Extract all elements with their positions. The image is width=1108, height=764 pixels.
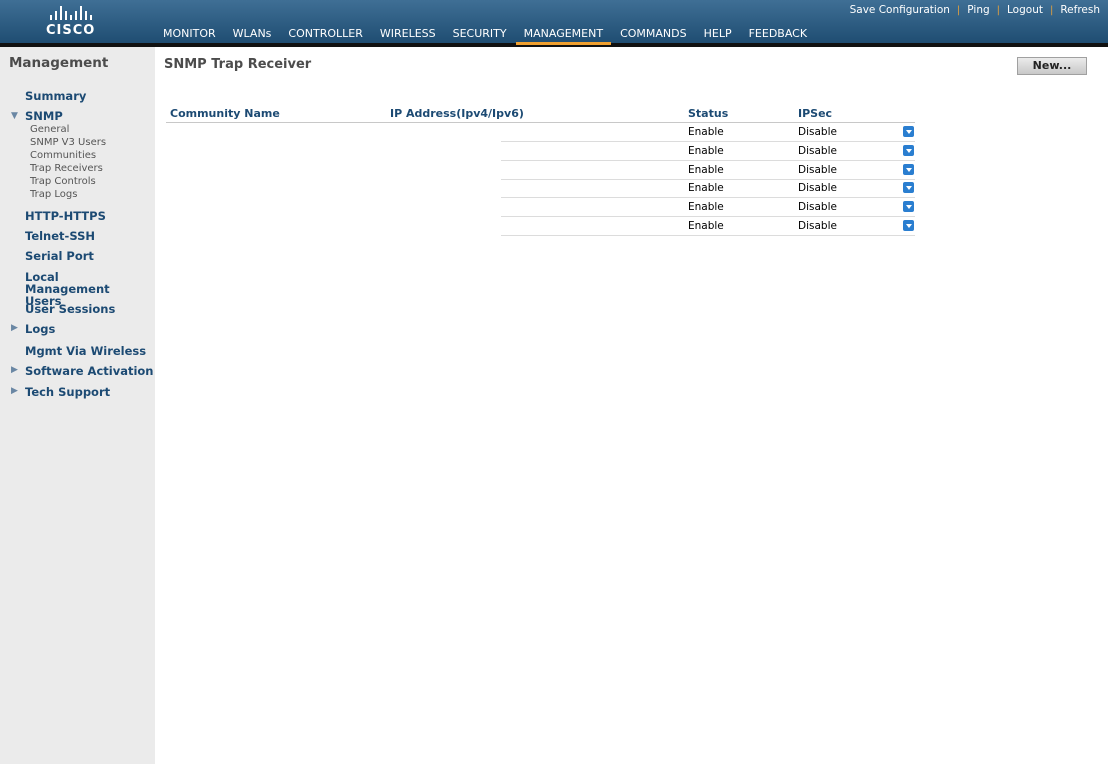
save-configuration-link[interactable]: Save Configuration (850, 4, 950, 16)
row-ipsec: Disable (798, 145, 837, 157)
sidebar-subitem-general[interactable]: General (30, 124, 69, 135)
row-dropdown-icon[interactable] (903, 182, 914, 193)
logout-link[interactable]: Logout (1007, 4, 1043, 16)
row-status: Enable (688, 220, 724, 232)
sidebar: Management Summary ▼ SNMP General SNMP V… (0, 47, 155, 764)
row-ipsec: Disable (798, 201, 837, 213)
refresh-link[interactable]: Refresh (1060, 4, 1100, 16)
tab-controller[interactable]: CONTROLLER (280, 25, 370, 45)
sidebar-subitem-communities[interactable]: Communities (30, 150, 96, 161)
sidebar-subitem-trap-receivers[interactable]: Trap Receivers (30, 163, 103, 174)
sidebar-item-software-activation[interactable]: Software Activation (25, 365, 153, 377)
tab-wireless[interactable]: WIRELESS (372, 25, 444, 45)
row-status: Enable (688, 182, 724, 194)
row-dropdown-icon[interactable] (903, 164, 914, 175)
row-dropdown-icon[interactable] (903, 145, 914, 156)
sidebar-subitem-snmp-v3-users[interactable]: SNMP V3 Users (30, 137, 106, 148)
sidebar-title: Management (9, 55, 109, 71)
row-ipsec: Disable (798, 220, 837, 232)
row-status: Enable (688, 164, 724, 176)
sidebar-item-mgmt-via-wireless[interactable]: Mgmt Via Wireless (25, 345, 146, 357)
table-row: Enable Disable (501, 217, 915, 236)
tab-security[interactable]: SECURITY (445, 25, 515, 45)
column-header-status: Status (688, 107, 729, 120)
sidebar-subitem-trap-logs[interactable]: Trap Logs (30, 189, 77, 200)
row-dropdown-icon[interactable] (903, 220, 914, 231)
tab-commands[interactable]: COMMANDS (612, 25, 695, 45)
sidebar-item-telnet-ssh[interactable]: Telnet-SSH (25, 230, 95, 242)
tab-monitor[interactable]: MONITOR (155, 25, 224, 45)
sidebar-item-user-sessions[interactable]: User Sessions (25, 303, 115, 315)
column-header-ip-address: IP Address(Ipv4/Ipv6) (390, 107, 524, 120)
sidebar-item-snmp[interactable]: SNMP (25, 110, 63, 122)
top-header: CISCO Save Configuration | Ping | Logout… (0, 0, 1108, 47)
link-separator: | (956, 4, 961, 16)
row-ipsec: Disable (798, 164, 837, 176)
ping-link[interactable]: Ping (967, 4, 989, 16)
sidebar-subitem-trap-controls[interactable]: Trap Controls (30, 176, 96, 187)
cisco-logo-text: CISCO (46, 23, 96, 38)
main-nav: MONITOR WLANs CONTROLLER WIRELESS SECURI… (155, 25, 816, 45)
collapsed-arrow-icon[interactable]: ▶ (11, 323, 18, 333)
table-row: Enable Disable (501, 198, 915, 217)
row-status: Enable (688, 145, 724, 157)
table-row: Enable Disable (501, 179, 915, 198)
tab-feedback[interactable]: FEEDBACK (741, 25, 815, 45)
row-ipsec: Disable (798, 182, 837, 194)
new-button[interactable]: New... (1017, 57, 1087, 75)
table-row: Enable Disable (501, 142, 915, 161)
tab-help[interactable]: HELP (696, 25, 740, 45)
sidebar-item-serial-port[interactable]: Serial Port (25, 250, 94, 262)
cisco-logo-bars-icon (50, 6, 116, 20)
row-ipsec: Disable (798, 126, 837, 138)
sidebar-item-http-https[interactable]: HTTP-HTTPS (25, 210, 106, 222)
table-row: Enable Disable (501, 123, 915, 142)
tab-management[interactable]: MANAGEMENT (515, 25, 612, 45)
column-header-community-name: Community Name (170, 107, 280, 120)
link-separator: | (1049, 4, 1054, 16)
expanded-arrow-icon[interactable]: ▼ (11, 111, 18, 121)
sidebar-item-tech-support[interactable]: Tech Support (25, 386, 110, 398)
sidebar-item-logs[interactable]: Logs (25, 323, 55, 335)
row-dropdown-icon[interactable] (903, 201, 914, 212)
row-status: Enable (688, 201, 724, 213)
top-links: Save Configuration | Ping | Logout | Ref… (850, 4, 1100, 16)
row-status: Enable (688, 126, 724, 138)
link-separator: | (996, 4, 1001, 16)
table-row: Enable Disable (501, 161, 915, 180)
tab-wlans[interactable]: WLANs (225, 25, 280, 45)
collapsed-arrow-icon[interactable]: ▶ (11, 386, 18, 396)
column-header-ipsec: IPSec (798, 107, 833, 120)
sidebar-item-summary[interactable]: Summary (25, 90, 86, 102)
row-dropdown-icon[interactable] (903, 126, 914, 137)
collapsed-arrow-icon[interactable]: ▶ (11, 365, 18, 375)
cisco-logo: CISCO (46, 6, 116, 40)
page-title: SNMP Trap Receiver (164, 57, 312, 72)
